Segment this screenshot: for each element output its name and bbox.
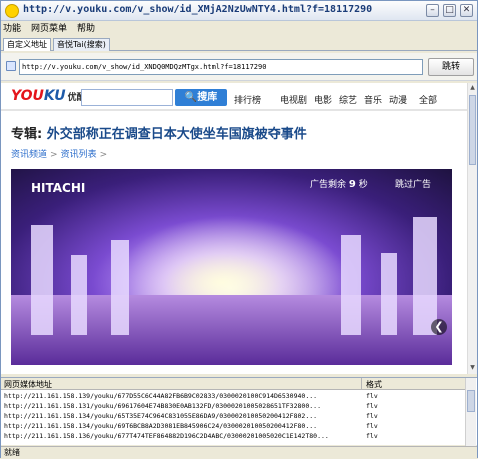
tab-custom-address[interactable]: 自定义地址	[3, 38, 51, 51]
menu-item-page-menu[interactable]: 网页菜单	[31, 22, 67, 36]
skip-ad-button[interactable]: 跳过广告	[395, 177, 431, 190]
table-row[interactable]: http://211.161.158.139/youku/677D55C6C44…	[1, 391, 465, 401]
ad-countdown: 广告剩余 9 秒	[310, 179, 368, 190]
media-list-header: 网页媒体地址 格式	[1, 378, 465, 390]
nav-variety[interactable]: 综艺	[339, 93, 357, 106]
go-button[interactable]: 跳转	[428, 58, 474, 76]
table-row[interactable]: http://211.161.158.131/youku/69617604E74…	[1, 401, 465, 411]
table-row[interactable]: http://211.161.158.136/youku/677T474TEF8…	[1, 431, 465, 441]
nav-all[interactable]: 全部	[419, 93, 437, 106]
maximize-button[interactable]: □	[443, 4, 456, 17]
tab-yinyuetai-search[interactable]: 音悦Tai(搜索)	[53, 38, 110, 51]
video-player[interactable]: HITACHI 广告剩余 9 秒 跳过广告 ❮	[11, 169, 452, 365]
nav-anime[interactable]: 动漫	[389, 93, 407, 106]
status-bar: 就绪	[1, 446, 477, 458]
breadcrumb: 资讯频道 > 资讯列表 >	[11, 150, 108, 160]
page-scrollbar[interactable]: ▲ ▼	[467, 83, 477, 374]
media-scroll-thumb[interactable]	[467, 390, 475, 412]
window-title: http://v.youku.com/v_show/id_XMjA2NzUwNT…	[23, 4, 373, 15]
column-format[interactable]: 格式	[366, 379, 382, 390]
menu-bar: 功能 网页菜单 帮助	[1, 22, 477, 36]
close-button[interactable]: ✕	[460, 4, 473, 17]
address-bar: http://v.youku.com/v_show/id_XNDQ0MDQzMT…	[1, 53, 477, 81]
youku-search-input[interactable]	[81, 89, 173, 106]
web-content: YOUKU 优酷 🔍搜库 排行榜 电视剧 电影 综艺 音乐 动漫 全部 专辑: 外…	[1, 83, 467, 374]
scroll-down-icon[interactable]: ▼	[469, 364, 476, 373]
album-label: 专辑:	[11, 127, 43, 142]
table-row[interactable]: http://211.161.158.134/youku/65T35E74C96…	[1, 411, 465, 421]
nav-music[interactable]: 音乐	[364, 93, 382, 106]
status-text: 就绪	[4, 448, 20, 457]
page-title: 专辑: 外交部称正在调查日本大使坐车国旗被夺事件	[11, 123, 307, 142]
scroll-thumb[interactable]	[469, 95, 476, 165]
url-input[interactable]: http://v.youku.com/v_show/id_XNDQ0MDQzMT…	[19, 59, 423, 75]
youku-search-button[interactable]: 🔍搜库	[175, 89, 227, 106]
scroll-up-icon[interactable]: ▲	[469, 84, 476, 93]
column-media-url[interactable]: 网页媒体地址	[4, 379, 52, 390]
table-row[interactable]: http://211.161.158.134/youku/69T6BCB8A2D…	[1, 421, 465, 431]
page-icon	[6, 61, 16, 71]
browser-window: http://v.youku.com/v_show/id_XMjA2NzUwNT…	[0, 0, 478, 458]
app-logo-icon	[5, 4, 19, 18]
menu-item-function[interactable]: 功能	[3, 22, 21, 36]
tab-strip: 自定义地址 音悦Tai(搜索)	[1, 37, 477, 51]
youku-header: YOUKU 优酷 🔍搜库 排行榜 电视剧 电影 综艺 音乐 动漫 全部	[1, 83, 467, 111]
title-bar: http://v.youku.com/v_show/id_XMjA2NzUwNT…	[1, 1, 477, 21]
breadcrumb-news-channel[interactable]: 资讯频道	[11, 150, 47, 160]
minimize-button[interactable]: –	[426, 4, 439, 17]
nav-tv[interactable]: 电视剧	[280, 93, 307, 106]
youku-logo[interactable]: YOUKU 优酷	[11, 88, 86, 104]
headline-text: 外交部称正在调查日本大使坐车国旗被夺事件	[46, 127, 307, 142]
ad-brand-text: HITACHI	[31, 181, 86, 195]
menu-item-help[interactable]: 帮助	[77, 22, 95, 36]
breadcrumb-news-list[interactable]: 资讯列表	[61, 150, 97, 160]
chevron-left-icon[interactable]: ❮	[431, 319, 447, 335]
nav-ranking[interactable]: 排行榜	[234, 93, 261, 106]
nav-movie[interactable]: 电影	[314, 93, 332, 106]
media-list: 网页媒体地址 格式 http://211.161.158.139/youku/6…	[1, 377, 477, 446]
media-list-scrollbar[interactable]	[465, 378, 476, 446]
